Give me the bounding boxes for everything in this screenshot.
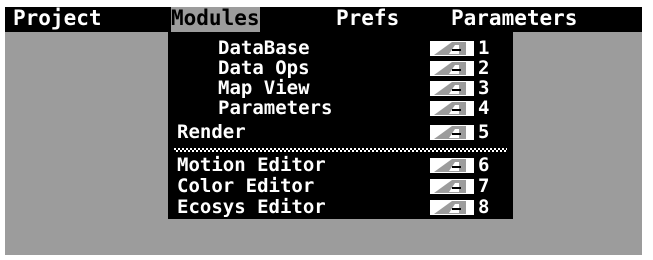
shortcut-key: 3 (478, 77, 490, 99)
shortcut-key: 7 (478, 175, 490, 197)
menu-item-label: Color Editor (177, 175, 315, 197)
menu-item-label: Render (177, 121, 246, 143)
shortcut-key: 8 (478, 196, 490, 218)
modules-dropdown-menu: DataBase 1 Data Ops 2 Map View 3 Paramet… (168, 32, 513, 219)
amiga-key-icon (430, 41, 474, 56)
shortcut-key: 4 (478, 97, 490, 119)
shortcut-key: 1 (478, 37, 490, 59)
menu-bar: Project Modules Prefs Parameters (5, 7, 642, 32)
shortcut-key: 2 (478, 57, 490, 79)
amiga-key-icon (430, 179, 474, 194)
amiga-key-icon (430, 61, 474, 76)
amiga-key-icon (430, 125, 474, 140)
amiga-key-icon (430, 200, 474, 215)
amiga-key-icon (430, 158, 474, 173)
menu-item-label: Motion Editor (177, 154, 326, 176)
amiga-key-icon (430, 81, 474, 96)
menu-item-label: Parameters (218, 97, 333, 119)
menu-item-label: Map View (218, 77, 310, 99)
shortcut-key: 5 (478, 121, 490, 143)
workbench-screen: Project Modules Prefs Parameters DataBas… (5, 7, 642, 255)
menu-separator (174, 148, 507, 152)
shortcut-key: 6 (478, 154, 490, 176)
menu-parameters[interactable]: Parameters (451, 7, 577, 32)
menu-item-label: Ecosys Editor (177, 196, 326, 218)
menu-item-label: DataBase (218, 37, 310, 59)
menu-prefs[interactable]: Prefs (336, 7, 399, 32)
menu-project[interactable]: Project (13, 7, 102, 32)
menu-item-label: Data Ops (218, 57, 310, 79)
amiga-key-icon (430, 101, 474, 116)
menu-modules[interactable]: Modules (171, 7, 260, 32)
